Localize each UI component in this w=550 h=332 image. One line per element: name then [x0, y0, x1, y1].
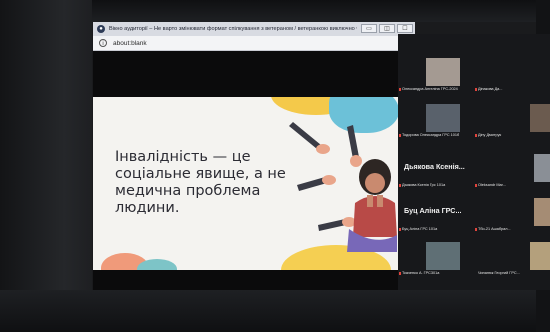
participant-video: [426, 58, 460, 86]
participant-name: Тодорова Олександра ГРС 101б: [402, 133, 460, 137]
monitor-bezel-bottom: [0, 290, 550, 332]
participant-name: Oleksandr Mar...: [478, 183, 506, 187]
participant-tile[interactable]: Буц Аліна ГРС... Буц Аліна ГРС 101а: [398, 196, 474, 232]
info-icon[interactable]: i: [99, 39, 107, 47]
participant-tile[interactable]: Дінакова Да...: [474, 56, 550, 92]
participant-video: [530, 242, 550, 270]
muted-mic-icon: [399, 88, 401, 91]
browser-app-icon: ●: [97, 25, 105, 33]
muted-mic-icon: [475, 134, 477, 137]
window-title: Вікно аудиторії – Не варто змінювати фор…: [109, 26, 357, 32]
participant-tile[interactable]: Тбо-21 Ашабрал...: [474, 196, 550, 232]
participant-tile[interactable]: Тодорова Олександра ГРС 101б: [398, 102, 474, 138]
participant-name: Тбо-21 Ашабрал...: [478, 227, 511, 231]
participant-video: [534, 154, 550, 182]
participant-video: [426, 104, 460, 132]
muted-mic-icon: [475, 184, 477, 187]
window-controls: ▭ ◫ ☐: [361, 24, 413, 33]
participant-name: Чипанюк Георгий ГРС...: [478, 271, 520, 275]
participant-initial-label: Буц Аліна ГРС...: [404, 206, 462, 215]
monitor-bezel-left: [0, 0, 92, 332]
participant-name: Дьякова Ксенія Грс 101а: [402, 183, 446, 187]
participant-tile[interactable]: Діну Дмитрук: [474, 102, 550, 138]
participants-panel: Олександра Ангеліна ГРС-2024 Дінакова Да…: [398, 34, 550, 290]
muted-mic-icon: [399, 134, 401, 137]
participant-name: Буц Аліна ГРС 101а: [402, 227, 438, 231]
participant-tile[interactable]: Oleksandr Mar...: [474, 152, 550, 188]
muted-mic-icon: [399, 272, 401, 275]
muted-mic-icon: [475, 88, 477, 91]
participant-tile[interactable]: Чипанюк Георгий ГРС...: [474, 240, 550, 276]
muted-mic-icon: [475, 228, 477, 231]
minimize-button[interactable]: ▭: [361, 24, 377, 33]
teal-shape-decoration: [137, 259, 177, 270]
participant-video: [530, 104, 550, 132]
restore-button[interactable]: ◫: [379, 24, 395, 33]
participant-tile[interactable]: Ткаченко А. ГРС301а: [398, 240, 474, 276]
slide-headline: Інвалідність — це соціальне явище, а не …: [115, 149, 286, 216]
participant-tile[interactable]: Олександра Ангеліна ГРС-2024: [398, 56, 474, 92]
participant-name: Ткаченко А. ГРС301а: [402, 271, 440, 275]
muted-mic-icon: [399, 184, 401, 187]
title-bar: ● Вікно аудиторії – Не варто змінювати ф…: [93, 22, 415, 36]
participant-name: Дінакова Да...: [478, 87, 503, 91]
presentation-slide: Інвалідність — це соціальне явище, а не …: [93, 97, 398, 270]
participant-name: Діну Дмитрук: [478, 133, 502, 137]
participant-video: [534, 198, 550, 226]
muted-mic-icon: [399, 228, 401, 231]
address-bar[interactable]: i about:blank: [93, 36, 415, 51]
participant-name: Олександра Ангеліна ГРС-2024: [402, 87, 458, 91]
participant-video: [426, 242, 460, 270]
participant-tile[interactable]: Дьякова Ксенія... Дьякова Ксенія Грс 101…: [398, 152, 474, 188]
participant-initial-label: Дьякова Ксенія...: [404, 162, 465, 171]
address-url[interactable]: about:blank: [113, 40, 147, 47]
close-button[interactable]: ☐: [397, 24, 413, 33]
